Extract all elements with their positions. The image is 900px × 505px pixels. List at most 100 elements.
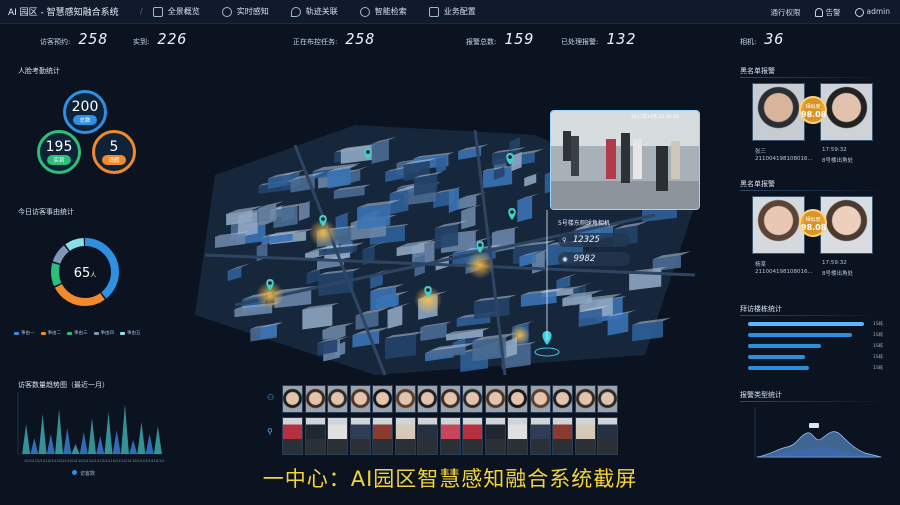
trend-spike xyxy=(79,432,88,454)
trend-spike xyxy=(153,426,162,454)
camera-video-popup[interactable]: 2017年11月 22:40:22 xyxy=(550,110,700,210)
alarm-reference-photo[interactable] xyxy=(820,196,873,254)
alarm-snapshot[interactable] xyxy=(752,196,805,254)
nav-search[interactable]: 智能检索 xyxy=(359,6,407,17)
video-timestamp: 2017年11月 22:40:22 xyxy=(631,115,679,120)
building-icon xyxy=(152,6,163,17)
face-thumb[interactable] xyxy=(304,385,326,413)
present-value: 195 xyxy=(45,139,73,155)
stat-label: 实到: xyxy=(133,38,150,46)
body-thumb[interactable] xyxy=(507,417,528,455)
face-thumb[interactable] xyxy=(529,385,551,413)
trend-spike xyxy=(129,440,138,454)
camera-video-frame xyxy=(551,111,699,209)
body-thumb[interactable] xyxy=(417,417,438,455)
legend-label: 事由三 xyxy=(74,331,88,336)
alarm-reference-photo[interactable] xyxy=(820,83,873,141)
camera-face-value: 9982 xyxy=(573,254,596,264)
face-thumb[interactable] xyxy=(439,385,461,413)
legend-item: 事由三 xyxy=(67,330,88,336)
access-link[interactable]: 通行权限 xyxy=(771,7,801,18)
sim-value: 98.08 xyxy=(801,110,827,119)
alarm-label: 告警 xyxy=(825,7,841,17)
body-thumb[interactable] xyxy=(597,417,618,455)
stats-bar: 访客预约: 258 实到: 226 正在布控任务: 258 报警总数: 159 已处理报… xyxy=(0,30,900,50)
body-thumb[interactable] xyxy=(552,417,573,455)
stat-value: 159 xyxy=(504,30,535,48)
face-thumb[interactable] xyxy=(394,385,416,413)
face-thumb[interactable] xyxy=(484,385,506,413)
camera-count-value: 12325 xyxy=(572,235,600,245)
face-thumb[interactable] xyxy=(282,385,303,413)
body-thumb[interactable] xyxy=(484,417,506,455)
face-thumb[interactable] xyxy=(574,385,596,413)
trend-spike xyxy=(88,418,96,454)
alarm-id: 211004198108016... xyxy=(755,269,813,275)
trend-spike xyxy=(137,422,146,454)
stat-label: 已处理报警: xyxy=(561,38,599,46)
body-thumb[interactable] xyxy=(304,417,326,455)
visit-bar-label: 1S栋 xyxy=(873,344,884,349)
similarity-badge: 相似度 98.08 xyxy=(799,96,827,124)
alarm-link[interactable]: 告警 xyxy=(814,7,841,18)
body-thumb[interactable] xyxy=(282,417,303,455)
trend-spike xyxy=(30,438,39,454)
body-thumb[interactable] xyxy=(574,417,596,455)
stat-camera: 相机: 36 xyxy=(740,30,784,48)
attendance-present: 195 实到 xyxy=(37,130,81,174)
nav-realtime[interactable]: 实时感知 xyxy=(221,6,269,17)
campus-3d-map[interactable] xyxy=(175,55,720,385)
legend-swatch xyxy=(40,331,46,335)
divider xyxy=(740,315,885,316)
bell-icon xyxy=(814,8,823,17)
face-thumb[interactable] xyxy=(597,385,618,413)
attendance-title: 人脸考勤统计 xyxy=(18,67,60,75)
stat-value: 258 xyxy=(345,30,376,48)
nav-label: 轨迹关联 xyxy=(305,7,338,16)
visitor-trend-chart: 10/14 10/14 10/14 10/14 10/14 10/14 10/14 10/14… xyxy=(17,392,164,463)
stat-task: 正在布控任务: 258 xyxy=(293,30,375,48)
face-thumb[interactable] xyxy=(327,385,348,413)
face-thumb[interactable] xyxy=(417,385,438,413)
body-thumb[interactable] xyxy=(462,417,483,455)
face-thumb[interactable] xyxy=(507,385,528,413)
body-thumb[interactable] xyxy=(529,417,551,455)
face-thumb[interactable] xyxy=(462,385,483,413)
body-thumb[interactable] xyxy=(394,417,416,455)
stat-label: 访客预约: xyxy=(40,38,71,46)
walking-icon: ⚲ xyxy=(562,236,567,244)
attendance-leave: 5 请假 xyxy=(92,130,136,174)
trend-spike xyxy=(46,434,55,454)
stat-alarm: 报警总数: 159 xyxy=(466,30,534,48)
nav-trajectory[interactable]: 轨迹关联 xyxy=(290,6,338,17)
body-thumb[interactable] xyxy=(349,417,371,455)
divider xyxy=(740,77,885,78)
donut-value: 65 xyxy=(73,266,91,281)
attendance-total: 200 总数 xyxy=(63,90,107,134)
alarm-snapshot[interactable] xyxy=(752,83,805,141)
body-thumb[interactable] xyxy=(372,417,393,455)
stat-label: 正在布控任务: xyxy=(293,38,338,46)
trend-spike xyxy=(55,409,64,454)
body-thumb[interactable] xyxy=(327,417,348,455)
alarm-id: 211004198108016... xyxy=(755,156,813,162)
nav-overview[interactable]: 全景概览 xyxy=(152,6,200,17)
sim-value: 98.08 xyxy=(801,223,827,232)
visit-bar xyxy=(748,366,809,370)
camera-count-row: ⚲ 12325 xyxy=(558,233,630,247)
top-right-tools: 通行权限 告警 admin xyxy=(771,0,890,24)
alarm-time: 17:59:32 xyxy=(822,147,847,153)
nav-config[interactable]: 业务配置 xyxy=(428,6,476,17)
body-thumb[interactable] xyxy=(439,417,461,455)
face-thumb[interactable] xyxy=(349,385,371,413)
camera-info-panel: 5号楼东侧球角相机 ⚲ 12325 ◉ 9982 xyxy=(558,218,630,271)
face-thumb[interactable] xyxy=(372,385,393,413)
visit-bar xyxy=(748,355,806,359)
visit-bar-label: 1S栋 xyxy=(873,333,884,338)
face-thumb[interactable] xyxy=(552,385,573,413)
legend-swatch xyxy=(14,331,19,335)
top-bar: AI 园区 - 智慧感知融合系统 / 全景概览 实时感知 轨迹关联 智能检索 业… xyxy=(0,0,900,24)
stat-visit: 访客预约: 258 xyxy=(40,30,108,48)
capture-strip[interactable]: ⚇ ⚲ xyxy=(267,385,618,457)
user-menu[interactable]: admin xyxy=(854,7,890,17)
